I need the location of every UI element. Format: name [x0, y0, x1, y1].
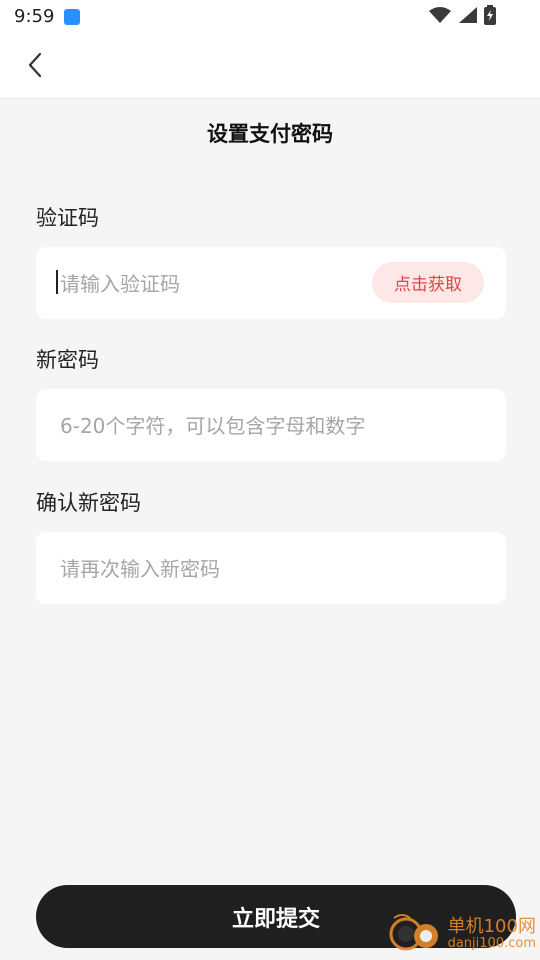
get-code-button[interactable]: 点击获取	[372, 262, 484, 303]
top-nav-bar	[0, 36, 540, 99]
confirm-password-label: 确认新密码	[36, 491, 141, 515]
battery-icon	[484, 5, 496, 29]
status-time: 9:59	[14, 6, 55, 27]
new-password-label: 新密码	[36, 348, 99, 372]
back-button[interactable]	[22, 52, 48, 82]
chevron-left-icon	[27, 52, 43, 82]
new-password-field	[36, 389, 506, 463]
code-input[interactable]	[58, 247, 392, 321]
confirm-password-field	[36, 532, 506, 606]
app-notification-icon	[64, 9, 80, 25]
page-title: 设置支付密码	[207, 122, 333, 146]
signal-icon	[458, 6, 478, 28]
text-caret	[56, 270, 58, 294]
watermark: 单机100网 danji100.com	[388, 912, 536, 956]
new-password-input[interactable]	[58, 389, 392, 463]
code-field: 点击获取	[36, 247, 506, 321]
status-icons	[428, 5, 496, 29]
watermark-logo-icon	[388, 912, 442, 956]
code-label: 验证码	[36, 206, 99, 230]
watermark-title: 单机100网	[447, 915, 536, 937]
watermark-url: danji100.com	[447, 935, 536, 951]
wifi-icon	[428, 6, 452, 28]
status-bar: 9:59	[0, 0, 540, 36]
confirm-password-input[interactable]	[58, 532, 392, 606]
